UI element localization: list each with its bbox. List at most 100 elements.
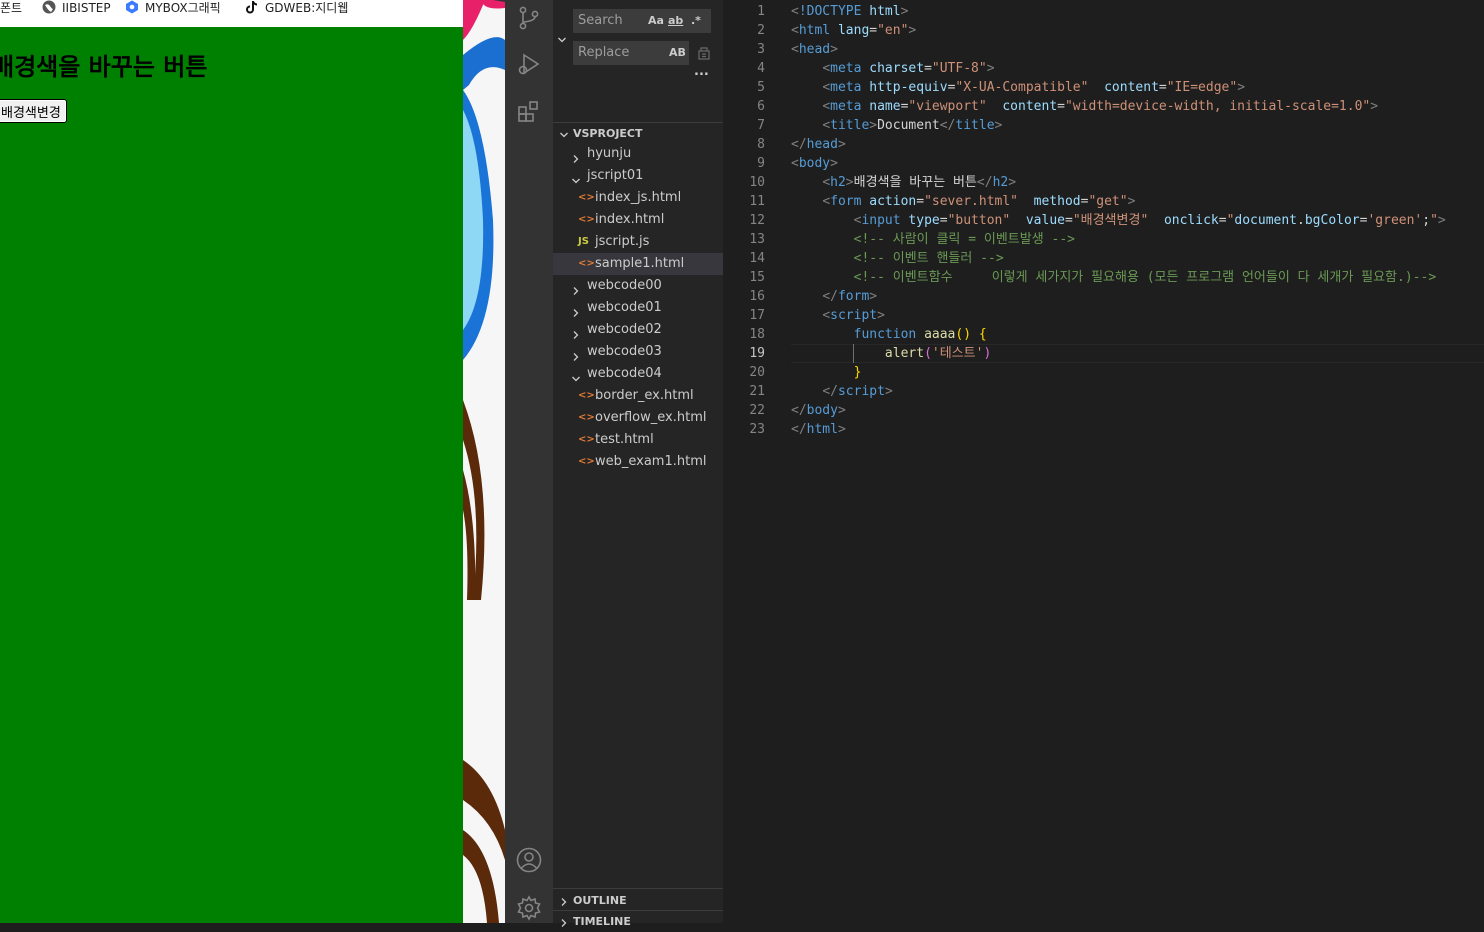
- folder-item[interactable]: webcode00: [553, 275, 723, 297]
- more-actions-icon[interactable]: ...: [694, 64, 709, 79]
- line-number: 1: [757, 4, 765, 19]
- settings-gear-icon[interactable]: [515, 894, 543, 922]
- code-line[interactable]: <!DOCTYPE html>: [791, 2, 908, 21]
- code-line[interactable]: function aaaa() {: [791, 325, 987, 344]
- chevron-right-icon[interactable]: [559, 896, 569, 911]
- code-line[interactable]: <input type="button" value="배경색변경" oncli…: [791, 211, 1446, 230]
- code-token: >: [908, 23, 917, 38]
- regex-toggle[interactable]: .*: [691, 9, 701, 33]
- code-token: input: [861, 213, 909, 228]
- chevron-down-icon[interactable]: [559, 129, 569, 144]
- folder-item[interactable]: webcode04: [553, 363, 723, 385]
- folder-item[interactable]: jscript01: [553, 165, 723, 187]
- code-token: =: [939, 213, 948, 228]
- code-line[interactable]: </form>: [791, 287, 877, 306]
- code-line[interactable]: <html lang="en">: [791, 21, 916, 40]
- file-item[interactable]: <> border_ex.html: [553, 385, 723, 407]
- code-token: h2: [992, 175, 1009, 190]
- tree-item-label: overflow_ex.html: [595, 410, 707, 425]
- code-token: content: [1002, 99, 1058, 114]
- file-item[interactable]: <> test.html: [553, 429, 723, 451]
- code-token: >: [837, 422, 846, 437]
- code-token: "en": [877, 23, 909, 38]
- search-widget: Search Aa ab .* Replace AB ...: [553, 0, 723, 88]
- code-line[interactable]: <!-- 사람이 클릭 = 이벤트발생 -->: [791, 230, 1075, 249]
- code-line[interactable]: </script>: [791, 382, 892, 401]
- activity-bar: [505, 0, 553, 923]
- line-number: 14: [749, 251, 765, 266]
- code-line[interactable]: <meta name="viewport" content="width=dev…: [791, 97, 1378, 116]
- code-line[interactable]: <title>Document</title>: [791, 116, 1002, 135]
- timeline-section-title[interactable]: TIMELINE: [573, 915, 631, 928]
- outline-section-title[interactable]: OUTLINE: [573, 894, 627, 907]
- code-token: meta: [830, 61, 870, 76]
- file-item[interactable]: JS jscript.js: [553, 231, 723, 253]
- code-token: script: [837, 384, 885, 399]
- code-token: title: [955, 118, 995, 133]
- code-token: meta: [830, 80, 870, 95]
- code-line[interactable]: }: [791, 363, 862, 382]
- source-control-icon[interactable]: [515, 4, 543, 32]
- replace-input[interactable]: Replace AB: [573, 41, 689, 65]
- file-item[interactable]: <> sample1.html: [553, 253, 723, 275]
- line-number: 7: [757, 118, 765, 133]
- bookmark-mybox[interactable]: MYBOX그래픽: [125, 0, 221, 16]
- change-bg-button[interactable]: 배경색변경: [0, 99, 67, 123]
- chevron-down-icon[interactable]: [557, 30, 567, 49]
- code-token: 'green': [1367, 213, 1423, 228]
- code-token: ;: [1422, 213, 1431, 228]
- tree-item-label: webcode04: [587, 366, 662, 381]
- file-item[interactable]: <> index_js.html: [553, 187, 723, 209]
- code-line[interactable]: <body>: [791, 154, 838, 173]
- code-token: "button": [947, 213, 1011, 228]
- chevron-right-icon[interactable]: [559, 917, 569, 932]
- run-debug-icon[interactable]: [515, 50, 543, 78]
- bookmark-font[interactable]: 폰트: [0, 0, 22, 16]
- file-item[interactable]: <> overflow_ex.html: [553, 407, 723, 429]
- code-line[interactable]: </body>: [791, 401, 846, 420]
- match-case-toggle[interactable]: Aa: [648, 9, 664, 33]
- search-input[interactable]: Search Aa ab .*: [573, 9, 711, 33]
- line-number: 21: [749, 384, 765, 399]
- extensions-icon[interactable]: [515, 98, 543, 126]
- file-item[interactable]: <> index.html: [553, 209, 723, 231]
- whole-word-toggle[interactable]: ab: [668, 9, 683, 33]
- code-line[interactable]: <h2>배경색을 바꾸는 버튼</h2>: [791, 173, 1016, 192]
- folder-item[interactable]: webcode01: [553, 297, 723, 319]
- tree-item-label: index.html: [595, 212, 665, 227]
- folder-item[interactable]: webcode02: [553, 319, 723, 341]
- code-line[interactable]: <script>: [791, 306, 885, 325]
- code-line[interactable]: <head>: [791, 40, 838, 59]
- preserve-case-toggle[interactable]: AB: [669, 41, 686, 65]
- bookmark-iibistep[interactable]: IIBISTEP: [42, 0, 111, 16]
- code-line[interactable]: <meta charset="UTF-8">: [791, 59, 994, 78]
- code-editor[interactable]: 1 <!DOCTYPE html> 2 <html lang="en"> 3 <head>…: [723, 0, 1484, 923]
- bookmark-gdweb[interactable]: GDWEB:지디웹: [245, 0, 348, 16]
- code-token: </: [791, 403, 807, 418]
- code-token: >: [830, 156, 838, 171]
- code-line[interactable]: <!-- 이벤트함수 이렇게 세가지가 필요해용 (모든 프로그램 언어들이 다…: [791, 268, 1437, 287]
- code-line[interactable]: </head>: [791, 135, 846, 154]
- desktop-wallpaper: [463, 0, 505, 923]
- code-line[interactable]: alert('테스트'): [791, 344, 991, 363]
- account-icon[interactable]: [515, 846, 543, 874]
- replace-all-icon[interactable]: [696, 45, 712, 65]
- code-token: form: [830, 194, 870, 209]
- code-line[interactable]: <meta http-equiv = "X-UA-Compatible" conte…: [791, 78, 1245, 97]
- folder-item[interactable]: webcode03: [553, 341, 723, 363]
- code-line[interactable]: </html>: [791, 420, 846, 439]
- html-file-icon: <>: [578, 192, 595, 203]
- folder-item[interactable]: hyunju: [553, 143, 723, 165]
- explorer-section-title[interactable]: VSPROJECT: [573, 127, 643, 140]
- code-token: aaaa: [924, 327, 956, 342]
- code-token: >: [869, 118, 878, 133]
- code-line[interactable]: <!-- 이벤트 핸들러 -->: [791, 249, 1004, 268]
- code-line[interactable]: <form action="sever.html" method="get">: [791, 192, 1135, 211]
- code-token: action: [869, 194, 917, 209]
- file-item[interactable]: <> web_exam1.html: [553, 451, 723, 473]
